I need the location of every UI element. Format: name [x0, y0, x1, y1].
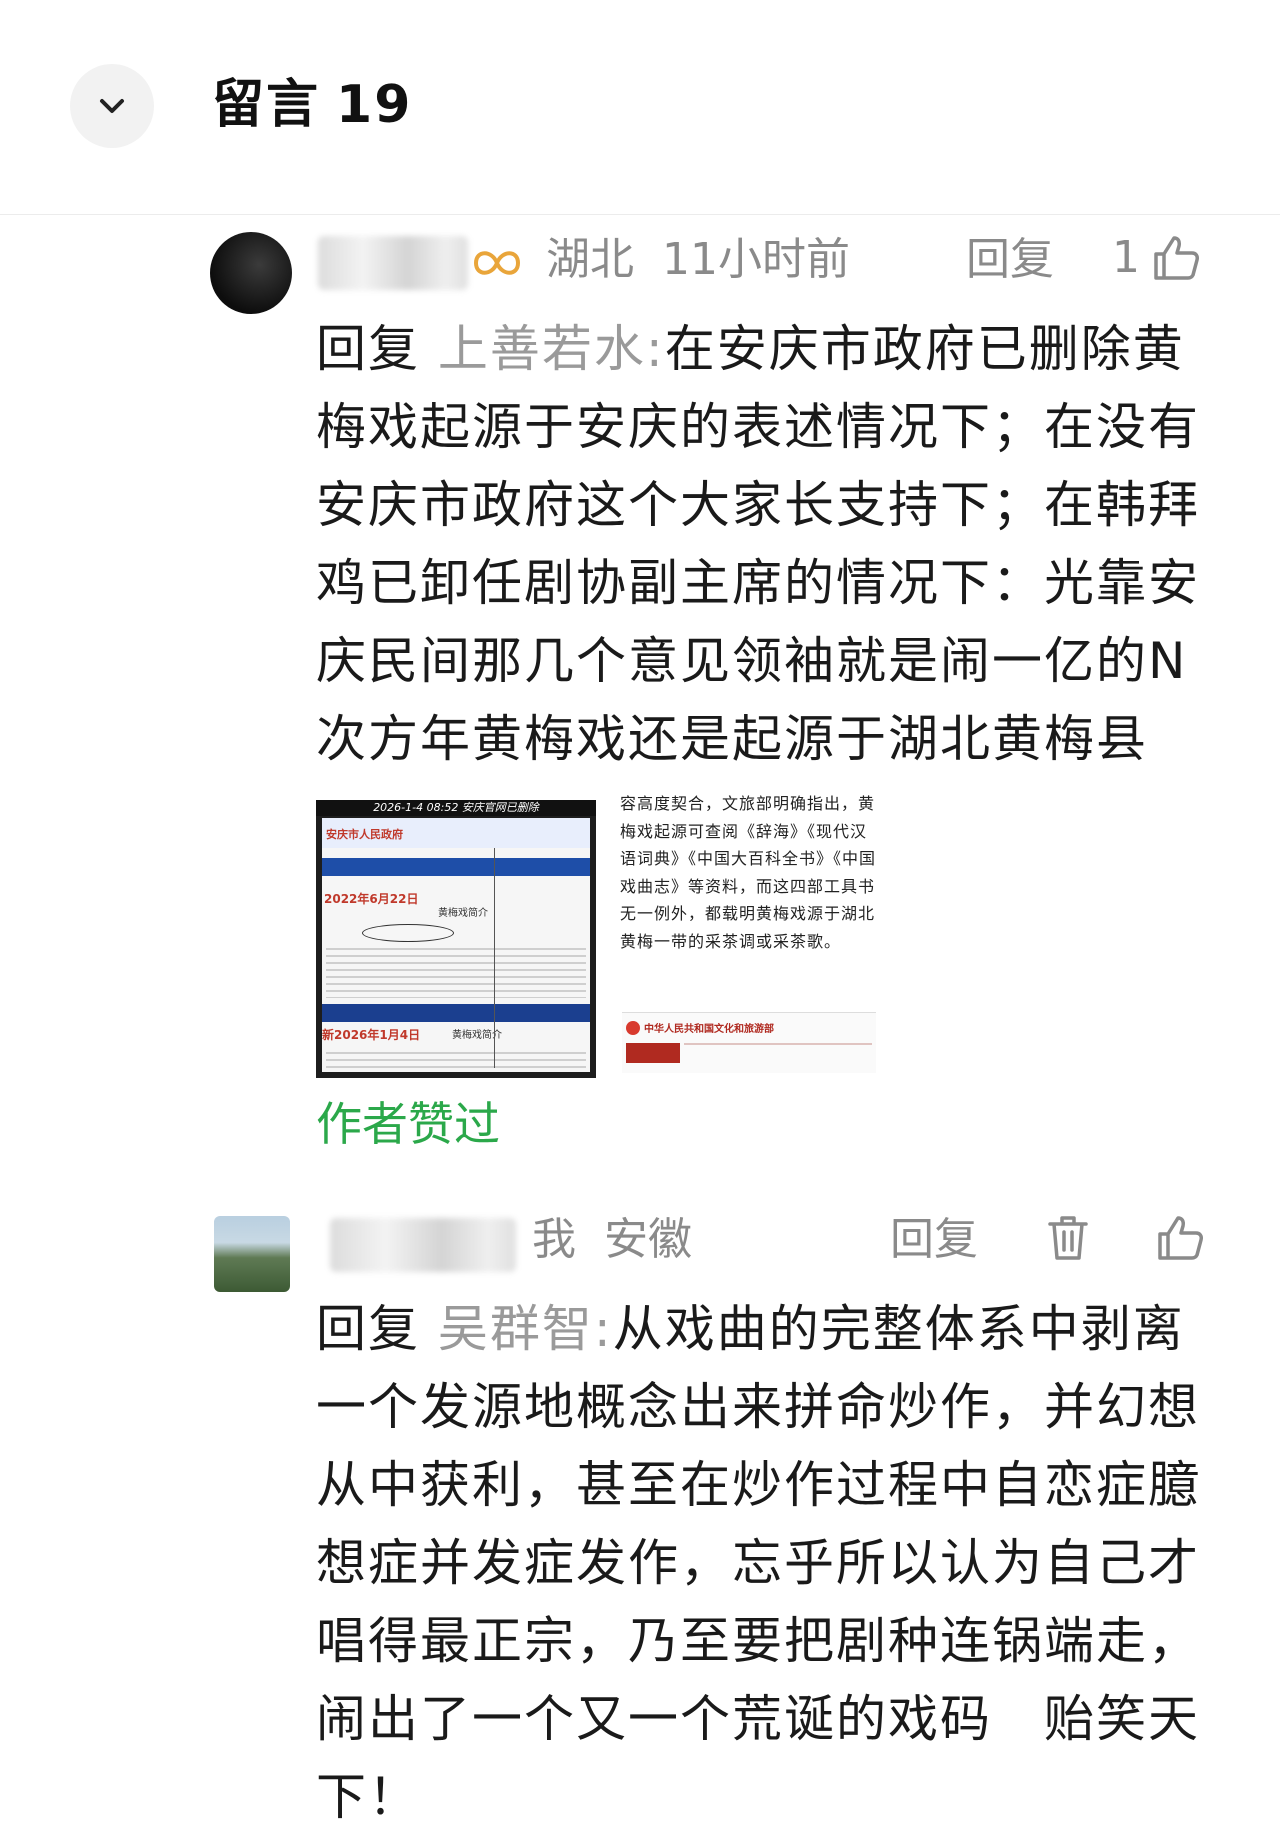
chevron-down-icon	[100, 99, 124, 113]
avatar[interactable]	[214, 1216, 290, 1292]
author-liked-label: 作者赞过	[316, 1097, 500, 1151]
username-redacted	[330, 1218, 516, 1272]
comments-title: 留言 19	[212, 70, 412, 140]
like-button[interactable]: 1	[1112, 228, 1202, 288]
reply-to-user[interactable]: 吴群智:	[438, 1300, 613, 1358]
image-heading: 黄梅戏简介	[438, 908, 488, 919]
username-redacted	[318, 236, 468, 290]
image-date-new: 新2026年1月4日	[322, 1028, 421, 1042]
infinity-badge-icon	[473, 251, 521, 275]
reply-prefix: 回复	[316, 1300, 420, 1358]
thumbs-up-icon	[1158, 1216, 1203, 1260]
location-label: 安徽	[604, 1214, 692, 1265]
comments-header: 留言 19	[0, 0, 1280, 215]
trash-icon	[1048, 1216, 1088, 1260]
comment-body: 在安庆市政府已删除黄梅戏起源于安庆的表述情况下；在没有安庆市政府这个大家长支持下…	[316, 320, 1200, 768]
reply-to-user[interactable]: 上善若水:	[438, 320, 665, 378]
collapse-button[interactable]	[70, 64, 154, 148]
like-button[interactable]	[1154, 1212, 1206, 1264]
delete-button[interactable]	[1042, 1212, 1094, 1264]
image-caption: 2026-1-4 08:52 安庆官网已删除	[316, 800, 596, 816]
comment-image-document[interactable]: 容高度契合，文旅部明确指出，黄梅戏起源可查阅《辞海》《现代汉语词典》《中国大百科…	[620, 790, 878, 1080]
me-label: 我	[532, 1214, 576, 1265]
comment-text: 回复 吴群智:从戏曲的完整体系中剥离一个发源地概念出来拼命炒作，并幻想从中获利，…	[316, 1290, 1212, 1836]
image-date-old: 2022年6月22日	[324, 892, 419, 906]
comment-meta: 湖北 11小时前	[546, 230, 878, 290]
document-text: 容高度契合，文旅部明确指出，黄梅戏起源可查阅《辞海》《现代汉语词典》《中国大百科…	[620, 794, 877, 951]
comment-meta: 我安徽	[532, 1210, 720, 1270]
like-count: 1	[1112, 232, 1140, 283]
comment-image-screenshot[interactable]: 2026-1-4 08:52 安庆官网已删除 安庆市人民政府 2022年6月22…	[316, 800, 596, 1078]
comment-count: 19	[336, 75, 413, 135]
reply-prefix: 回复	[316, 320, 420, 378]
time-label: 11小时前	[662, 234, 850, 285]
reply-button[interactable]: 回复	[966, 230, 1054, 290]
thumbs-up-icon	[1154, 236, 1199, 280]
comment-text: 回复 上善若水:在安庆市政府已删除黄梅戏起源于安庆的表述情况下；在没有安庆市政府…	[316, 310, 1212, 778]
title-label: 留言	[212, 75, 321, 135]
comment-body: 从戏曲的完整体系中剥离一个发源地概念出来拼命炒作，并幻想从中获利，甚至在炒作过程…	[316, 1300, 1200, 1826]
reply-button[interactable]: 回复	[890, 1210, 978, 1270]
location-label: 湖北	[546, 234, 634, 285]
document-site-name: 中华人民共和国文化和旅游部	[644, 1024, 774, 1035]
image-site-name: 安庆市人民政府	[326, 828, 403, 841]
avatar[interactable]	[210, 232, 292, 314]
